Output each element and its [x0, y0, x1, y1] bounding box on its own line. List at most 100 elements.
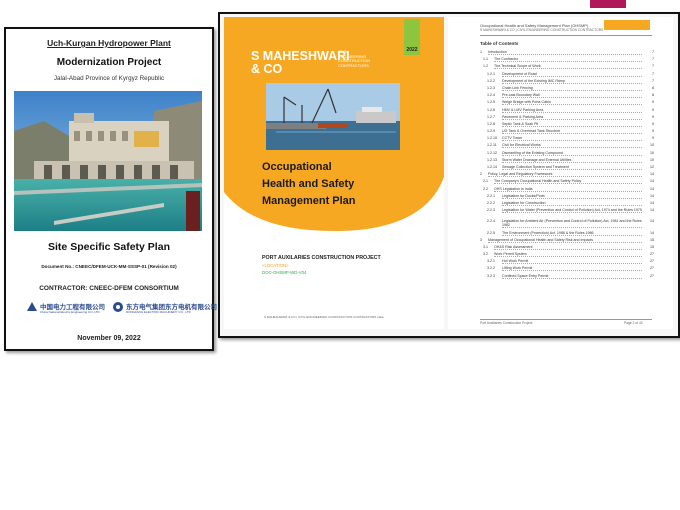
- toc-entry-page: 14: [650, 172, 654, 177]
- toc-entry[interactable]: 3.2 Work Permit System 27: [480, 252, 654, 259]
- toc-entry-number: 1: [480, 50, 482, 54]
- toc-entry-number: 1.2.3: [487, 85, 495, 90]
- toc-entry[interactable]: 1.2.14 Sewage Collection System and Treat…: [480, 165, 654, 172]
- toc-entry[interactable]: 1.2.3 Chain Link Fencing 8: [480, 86, 654, 93]
- toc-footer-left: Port Auxiliaries Construction Project: [480, 321, 533, 325]
- document-number: Document No.: CNEEC/DFEM-UCK-MM-SSSP-01 …: [41, 264, 177, 269]
- dfem-emblem-icon: [113, 302, 123, 312]
- toc-entry-number: 1.2.4: [487, 93, 495, 98]
- toc-entry-number: 3.2.1: [487, 259, 495, 264]
- toc-entry[interactable]: 2 Policy, Legal and Regulatory Framework 1…: [480, 172, 654, 179]
- toc-entry-text: Legislation for Docks/Ports: [502, 194, 642, 199]
- toc-entry-number: 1.2.11: [487, 143, 497, 148]
- toc-entry[interactable]: 1.2.5 Weigh Bridge with Porta Cabin 9: [480, 100, 654, 107]
- toc-entry-number: 1.2.12: [487, 150, 497, 155]
- toc-entry-number: 2.1: [483, 179, 488, 184]
- cover-footer: S MAHESHWARI & CO | CIVIL ENGINEERING CO…: [264, 315, 384, 319]
- toc-entry-page: 14: [650, 200, 654, 205]
- toc-entry-text: Storm Water Drainage and External Utilit…: [502, 158, 642, 163]
- toc-entry[interactable]: 1.2.8 Septic Tank & Soak Pit 9: [480, 122, 654, 129]
- toc-entry-page: 8: [652, 85, 654, 90]
- toc-entry-number: 1.2.5: [487, 100, 495, 105]
- toc-header-subtitle: S MAHESHWARI & CO | CIVIL ENGINEERING CO…: [480, 28, 604, 32]
- toc-entry-page: 15: [650, 237, 654, 242]
- toc-entry-text: The Environment (Protection) Act, 1986 &…: [502, 231, 642, 236]
- toc-entry-text: Civil for Electrical Works: [502, 143, 642, 149]
- toc-entry[interactable]: 1.2.2 Development of the Existing IMC Ram…: [480, 79, 654, 86]
- toc-entry-page: 27: [650, 252, 654, 257]
- toc-entry[interactable]: 1 Introduction 7: [480, 50, 654, 57]
- toc-entry-text: Hot Work Permit: [502, 259, 642, 265]
- toc-entry-number: 2.2.3: [487, 208, 495, 213]
- contractor-label: CONTRACTOR: CNEEC-DFEM CONSORTIUM: [39, 285, 179, 292]
- toc-entry[interactable]: 1.2.4 Pre-cast Boundary Wall 8: [480, 93, 654, 100]
- toc-entry-page: 10: [650, 143, 654, 148]
- toc-entry-number: 1.2.7: [487, 114, 495, 119]
- toc-entry[interactable]: 1.2 The Technical Scope of Work 7: [480, 64, 654, 71]
- toc-entry-page: 9: [652, 100, 654, 105]
- toc-entry[interactable]: 1.1 The Contractor 7: [480, 57, 654, 64]
- toc-entry-text: Development of Road: [502, 72, 642, 77]
- toc-entry-number: 2.2.5: [487, 230, 495, 235]
- toc-entry-text: Sewage Collection System and Treatment: [502, 165, 642, 170]
- plant-name: Uch-Kurgan Hydropower Plant: [47, 38, 171, 48]
- toc-entry[interactable]: 1.2.12 Dismantling of the Existing Compou…: [480, 151, 654, 158]
- toc-entry[interactable]: 2.2.3 Legislation for Water (Prevention a…: [480, 208, 654, 219]
- cneec-logo-english: China National Electric Engineering CO.,…: [40, 310, 100, 314]
- toc-entry[interactable]: 1.2.10 CCTV Tower 9: [480, 136, 654, 143]
- toc-entry[interactable]: 3.2.2 Lifting Work Permit 27: [480, 266, 654, 273]
- toc-entry-text: Work Permit System: [494, 252, 642, 258]
- toc-entry[interactable]: 2.2.1 Legislation for Docks/Ports 14: [480, 194, 654, 201]
- project-name: Modernization Project: [56, 57, 162, 68]
- toc-entry-number: 1.2.9: [487, 129, 495, 134]
- cover-title: Occupational Health and Safety Managemen…: [262, 159, 432, 210]
- toc-entry[interactable]: 1.2.9 UG Tank & Overhead Tank Structure 9: [480, 129, 654, 136]
- toc-entry-text: Septic Tank & Soak Pit: [502, 122, 642, 127]
- toc-entry[interactable]: 2.2.4 Legislation for Ambient Air (Preven…: [480, 219, 654, 230]
- toc-entry-number: 2.2.2: [487, 200, 495, 205]
- toc-entry-page: 9: [652, 136, 654, 141]
- toc-list: 1 Introduction 7 1.1 The Contractor 7 1.2 The T…: [480, 50, 654, 281]
- cover-doc-code: DOC-OHSMP-WD-V04: [262, 270, 307, 275]
- toc-entry[interactable]: 1.2.6 HMV & LMV Parking Area 9: [480, 108, 654, 115]
- cover-year: 2022: [406, 47, 418, 53]
- cover-title-line-3: Management Plan: [262, 195, 356, 207]
- toc-entry-text: Confined Space Entry Permit: [502, 274, 642, 279]
- toc-entry[interactable]: 1.2.11 Civil for Electrical Works 10: [480, 143, 654, 150]
- toc-entry[interactable]: 2.2 OHS Legislation in India 14: [480, 187, 654, 194]
- toc-footer-rule: [480, 319, 652, 320]
- toc-entry[interactable]: 1.2.7 Pavement & Parking Area 9: [480, 115, 654, 122]
- toc-entry[interactable]: 3 Management of Occupational Health and S…: [480, 238, 654, 245]
- toc-entry-page: 15: [650, 244, 654, 249]
- toc-entry[interactable]: 1.2.13 Storm Water Drainage and External …: [480, 158, 654, 165]
- toc-entry[interactable]: 1.2.1 Development of Road 7: [480, 72, 654, 79]
- toc-entry[interactable]: 2.2.5 The Environment (Protection) Act, 1…: [480, 231, 654, 238]
- toc-entry-text: The Contractor: [494, 57, 642, 63]
- toc-entry-number: 1.2.8: [487, 121, 495, 126]
- toc-entry[interactable]: 3.2.1 Hot Work Permit 27: [480, 259, 654, 266]
- toc-entry-text: Legislation for Construction: [502, 201, 642, 206]
- toc-entry[interactable]: 3.1 OH&S Risk Assessment 15: [480, 245, 654, 252]
- toc-entry-text: CCTV Tower: [502, 136, 642, 142]
- toc-entry-page: 9: [652, 114, 654, 119]
- toc-entry-number: 1.2.6: [487, 107, 495, 112]
- toc-entry-page: 7: [652, 57, 654, 62]
- ohsmp-document-spread: 2022 S MAHESHWARI & CO CIVIL ENGINEERING…: [218, 12, 680, 338]
- toc-entry[interactable]: 3.2.3 Confined Space Entry Permit 27: [480, 274, 654, 281]
- plan-title: Site Specific Safety Plan: [48, 241, 170, 253]
- toc-entry[interactable]: 2.2.2 Legislation for Construction 14: [480, 201, 654, 208]
- port-crane-photo: [266, 83, 400, 150]
- toc-entry-page: 12: [650, 165, 654, 169]
- toc-entry-text: Legislation for Water (Prevention and Co…: [502, 208, 642, 214]
- toc-entry-number: 3.2: [483, 252, 488, 257]
- toc-entry-page: 14: [650, 193, 654, 198]
- cover-title-line-1: Occupational: [262, 161, 332, 173]
- document-date: November 09, 2022: [77, 335, 141, 342]
- toc-entry-number: 1.2.10: [487, 136, 497, 141]
- toc-entry-text: HMV & LMV Parking Area: [502, 108, 642, 113]
- toc-entry-number: 1.2.1: [487, 71, 495, 76]
- toc-entry-page: 14: [650, 179, 654, 184]
- toc-entry[interactable]: 2.1 The Company's Occupational Health and…: [480, 179, 654, 186]
- dfem-logo-english: DONGFANG ELECTRIC MACHINERY CO., LTD: [126, 310, 191, 314]
- cover-title-line-2: Health and Safety: [262, 178, 355, 190]
